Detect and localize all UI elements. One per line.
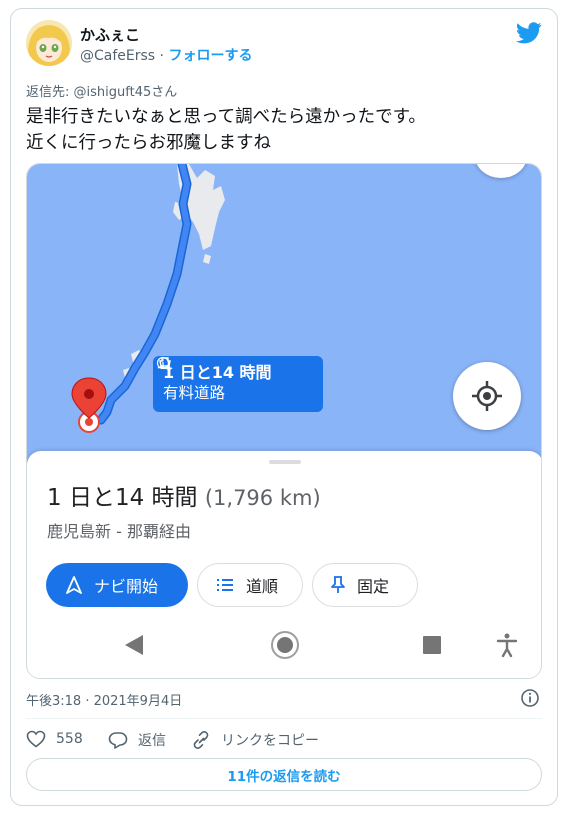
android-navigation-bar [125, 631, 518, 659]
recents-square-icon [423, 636, 441, 654]
home-circle-icon [271, 631, 299, 659]
separator: · [155, 48, 169, 64]
accessibility-icon [496, 633, 518, 658]
copy-link-label: リンクをコピー [221, 733, 319, 749]
tweet-text-line-2: 近くに行ったらお邪魔しますね [26, 133, 271, 153]
start-navigation-button[interactable]: ナビ開始 [46, 563, 188, 607]
info-icon[interactable] [520, 688, 540, 708]
tweet-timestamp[interactable]: 午後3:18 · 2021年9月4日 [26, 690, 182, 709]
info-circle-icon [156, 356, 170, 370]
trip-duration: 1 日と14 時間 (1,796 km) [47, 485, 321, 511]
link-icon [193, 731, 209, 749]
route-bubble-duration: 1 日と14 時間 [157, 357, 313, 383]
trip-distance: (1,796 km) [204, 486, 321, 510]
reply-bubble-icon [108, 732, 128, 749]
reply-to: 返信先: @ishiguft45さん [26, 81, 177, 100]
map-view: 1 日と14 時間 有料道路 [27, 164, 541, 464]
user-handle[interactable]: @CafeErss [80, 48, 155, 64]
handle-row: @CafeErss · フォローする [80, 45, 252, 65]
like-button[interactable]: 558 [26, 730, 83, 748]
navigation-arrow-icon [66, 576, 82, 594]
route-bubble[interactable]: 1 日と14 時間 有料道路 [153, 356, 323, 412]
reply-to-prefix: 返信先: [26, 85, 74, 100]
tweet-text: 是非行きたいなぁと思って調べたら遠かったです。 近くに行ったらお邪魔しますね [26, 104, 426, 156]
divider [26, 718, 542, 719]
directions-sheet: 1 日と14 時間 (1,796 km) 鹿児島新 - 那覇経由 ナビ開始 道順… [27, 451, 541, 678]
like-count: 558 [56, 731, 83, 747]
heart-icon [26, 730, 46, 748]
sheet-drag-handle[interactable] [269, 460, 301, 464]
steps-button[interactable]: 道順 [197, 563, 303, 607]
attached-map-screenshot[interactable]: 1 日と14 時間 有料道路 1 日と14 時間 (1,796 km) 鹿児島新… [26, 163, 542, 679]
reply-button[interactable]: 返信 [108, 730, 166, 750]
tweet-text-line-1: 是非行きたいなぁと思って調べたら遠かったです。 [26, 107, 426, 127]
read-replies-button[interactable]: 11件の返信を読む [26, 758, 542, 791]
pushpin-icon [331, 576, 345, 594]
user-avatar[interactable] [26, 20, 72, 66]
twitter-bird-icon[interactable] [516, 22, 542, 44]
destination-pin-icon [71, 377, 107, 419]
display-name[interactable]: かふぇこ [80, 24, 140, 45]
my-location-icon [472, 381, 502, 411]
route-via: 鹿児島新 - 那覇経由 [47, 522, 191, 541]
pin-button[interactable]: 固定 [312, 563, 418, 607]
reply-label: 返信 [138, 733, 166, 749]
follow-link[interactable]: フォローする [168, 48, 252, 64]
reply-to-handle[interactable]: @ishiguft45さん [74, 85, 178, 100]
route-bubble-toll: 有料道路 [156, 356, 313, 403]
my-location-button[interactable] [453, 362, 521, 430]
copy-link-button[interactable]: リンクをコピー [191, 730, 319, 750]
list-icon [216, 578, 234, 592]
back-triangle-icon [125, 635, 143, 655]
